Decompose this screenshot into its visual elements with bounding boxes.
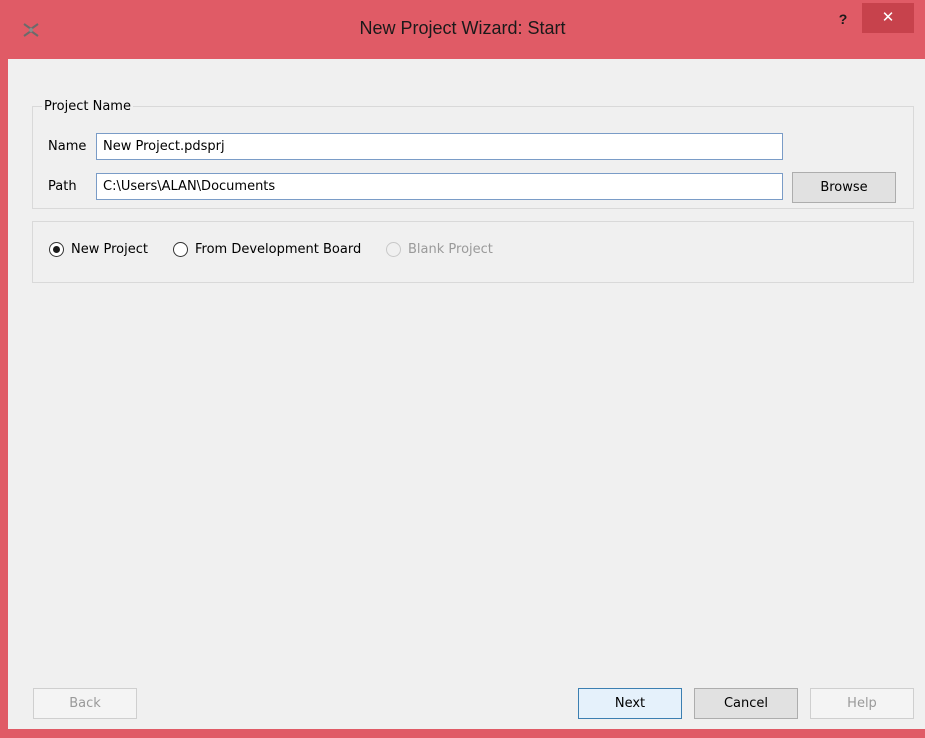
project-name-group: Project Name Name New Project.pdsprj Pat… bbox=[32, 99, 914, 209]
back-button: Back bbox=[33, 688, 137, 719]
next-button[interactable]: Next bbox=[578, 688, 682, 719]
project-type-group: New Project From Development Board Blank… bbox=[32, 221, 914, 283]
cancel-button[interactable]: Cancel bbox=[694, 688, 798, 719]
dialog-body: Project Name Name New Project.pdsprj Pat… bbox=[8, 59, 925, 729]
radio-label: From Development Board bbox=[195, 242, 362, 257]
name-label: Name bbox=[48, 139, 87, 154]
radio-from-development-board[interactable]: From Development Board bbox=[173, 242, 361, 257]
path-field[interactable]: C:\Users\ALAN\Documents bbox=[96, 173, 783, 200]
wizard-window: New Project Wizard: Start ? ✕ Project Na… bbox=[0, 0, 925, 738]
browse-button[interactable]: Browse bbox=[792, 172, 896, 203]
radio-label: New Project bbox=[71, 242, 148, 257]
radio-label: Blank Project bbox=[408, 242, 493, 257]
project-name-legend: Project Name bbox=[44, 99, 131, 114]
title-bar: New Project Wizard: Start ? ✕ bbox=[0, 0, 925, 59]
title-help-button[interactable]: ? bbox=[829, 8, 857, 30]
radio-unchecked-icon[interactable] bbox=[173, 242, 188, 257]
path-label: Path bbox=[48, 179, 77, 194]
window-title: New Project Wizard: Start bbox=[359, 18, 566, 38]
radio-checked-icon[interactable] bbox=[49, 242, 64, 257]
radio-blank-project: Blank Project bbox=[386, 242, 493, 257]
radio-new-project[interactable]: New Project bbox=[49, 242, 148, 257]
radio-disabled-icon bbox=[386, 242, 401, 257]
help-button: Help bbox=[810, 688, 914, 719]
close-button[interactable]: ✕ bbox=[862, 3, 914, 33]
name-field[interactable]: New Project.pdsprj bbox=[96, 133, 783, 160]
window-bottom-edge bbox=[8, 729, 925, 738]
